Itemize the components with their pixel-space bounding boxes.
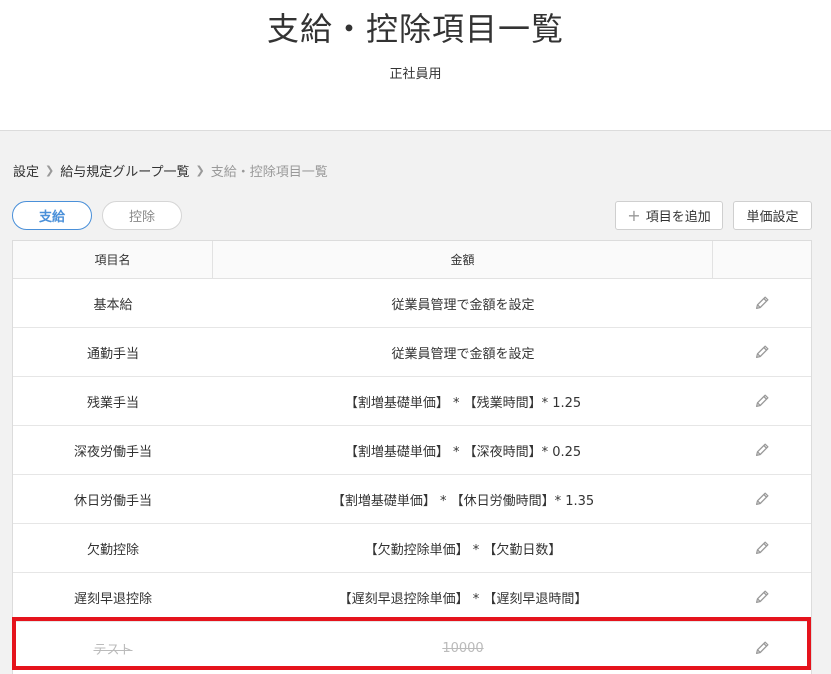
plus-icon: +: [627, 205, 641, 225]
table-row: 残業手当 【割増基礎単価】 * 【残業時間】* 1.25: [13, 377, 811, 426]
pencil-icon[interactable]: [753, 294, 771, 312]
item-amount: 【割増基礎単価】 * 【休日労働時間】* 1.35: [331, 493, 595, 509]
table-row: 休日労働手当 【割増基礎単価】 * 【休日労働時間】* 1.35: [13, 475, 811, 524]
amount-cell: 【割増基礎単価】 * 【残業時間】* 1.25: [213, 377, 713, 425]
edit-cell: [713, 622, 811, 674]
item-name-cell: 通勤手当: [13, 328, 213, 376]
table-header: 項目名 金額: [13, 241, 811, 279]
column-header-amount: 金額: [213, 241, 713, 278]
item-name: 遅刻早退控除: [73, 591, 152, 607]
chevron-right-icon: ❯: [45, 163, 55, 177]
tab-payment[interactable]: 支給: [12, 201, 92, 230]
item-amount: 10000: [442, 640, 484, 656]
table-row: 欠勤控除 【欠勤控除単価】 * 【欠勤日数】: [13, 524, 811, 573]
amount-cell: 【割増基礎単価】 * 【深夜時間】* 0.25: [213, 426, 713, 474]
item-amount: 従業員管理で金額を設定: [391, 346, 535, 362]
unit-price-settings-button[interactable]: 単価設定: [733, 201, 812, 230]
page-subtitle: 正社員用: [389, 67, 442, 82]
pencil-icon[interactable]: [753, 539, 771, 557]
breadcrumb-settings[interactable]: 設定: [13, 161, 39, 180]
column-header-name: 項目名: [13, 241, 213, 278]
item-name-cell: 深夜労働手当: [13, 426, 213, 474]
table-row: 深夜労働手当 【割増基礎単価】 * 【深夜時間】* 0.25: [13, 426, 811, 475]
edit-cell: [713, 279, 811, 327]
amount-cell: 従業員管理で金額を設定: [213, 328, 713, 376]
edit-cell: [713, 573, 811, 621]
amount-cell: 10000: [213, 622, 713, 674]
item-name: 深夜労働手当: [73, 444, 152, 460]
item-name: テスト: [93, 642, 133, 658]
chevron-right-icon: ❯: [195, 163, 205, 177]
item-name-cell: テスト: [13, 622, 213, 674]
page-title: 支給・控除項目一覧: [266, 10, 564, 48]
add-item-label: 項目を追加: [645, 210, 711, 225]
item-name-cell: 欠勤控除: [13, 524, 213, 572]
breadcrumb: 設定 ❯ 給与規定グループ一覧 ❯ 支給・控除項目一覧: [13, 161, 328, 180]
edit-cell: [713, 524, 811, 572]
item-name: 休日労働手当: [73, 493, 152, 509]
tab-deduction[interactable]: 控除: [102, 201, 182, 230]
item-name-cell: 遅刻早退控除: [13, 573, 213, 621]
column-header-actions: [713, 241, 811, 278]
item-name-cell: 残業手当: [13, 377, 213, 425]
item-amount: 【割増基礎単価】 * 【残業時間】* 1.25: [344, 395, 582, 411]
edit-cell: [713, 475, 811, 523]
items-table: 項目名 金額 基本給 従業員管理で金額を設定 通勤手当 従業員管理で金額を設定 残業手当…: [12, 240, 812, 674]
edit-cell: [713, 377, 811, 425]
amount-cell: 【欠勤控除単価】 * 【欠勤日数】: [213, 524, 713, 572]
table-row: 通勤手当 従業員管理で金額を設定: [13, 328, 811, 377]
item-amount: 【欠勤控除単価】 * 【欠勤日数】: [364, 542, 562, 558]
table-row: 基本給 従業員管理で金額を設定: [13, 279, 811, 328]
pencil-icon[interactable]: [753, 490, 771, 508]
pencil-icon[interactable]: [753, 392, 771, 410]
pencil-icon[interactable]: [753, 441, 771, 459]
item-amount: 従業員管理で金額を設定: [391, 297, 535, 313]
pencil-icon[interactable]: [753, 588, 771, 606]
breadcrumb-payroll-group-list[interactable]: 給与規定グループ一覧: [60, 161, 189, 180]
item-name: 通勤手当: [86, 346, 139, 362]
page-header: 支給・控除項目一覧 正社員用: [0, 0, 831, 131]
edit-cell: [713, 328, 811, 376]
item-name-cell: 休日労働手当: [13, 475, 213, 523]
amount-cell: 【割増基礎単価】 * 【休日労働時間】* 1.35: [213, 475, 713, 523]
item-name: 基本給: [93, 297, 133, 313]
add-item-button[interactable]: + 項目を追加: [615, 201, 723, 230]
table-row: 遅刻早退控除 【遅刻早退控除単価】 * 【遅刻早退時間】: [13, 573, 811, 622]
table-row: テスト 10000: [13, 622, 811, 674]
item-amount: 【遅刻早退控除単価】 * 【遅刻早退時間】: [338, 591, 588, 607]
edit-cell: [713, 426, 811, 474]
item-name: 欠勤控除: [86, 542, 139, 558]
pencil-icon[interactable]: [753, 343, 771, 361]
item-name: 残業手当: [86, 395, 139, 411]
breadcrumb-current: 支給・控除項目一覧: [210, 164, 328, 180]
table-body: 基本給 従業員管理で金額を設定 通勤手当 従業員管理で金額を設定 残業手当 【割増基礎単価…: [13, 279, 811, 674]
amount-cell: 【遅刻早退控除単価】 * 【遅刻早退時間】: [213, 573, 713, 621]
item-name-cell: 基本給: [13, 279, 213, 327]
amount-cell: 従業員管理で金額を設定: [213, 279, 713, 327]
pencil-icon[interactable]: [753, 639, 771, 657]
item-amount: 【割増基礎単価】 * 【深夜時間】* 0.25: [344, 444, 582, 460]
